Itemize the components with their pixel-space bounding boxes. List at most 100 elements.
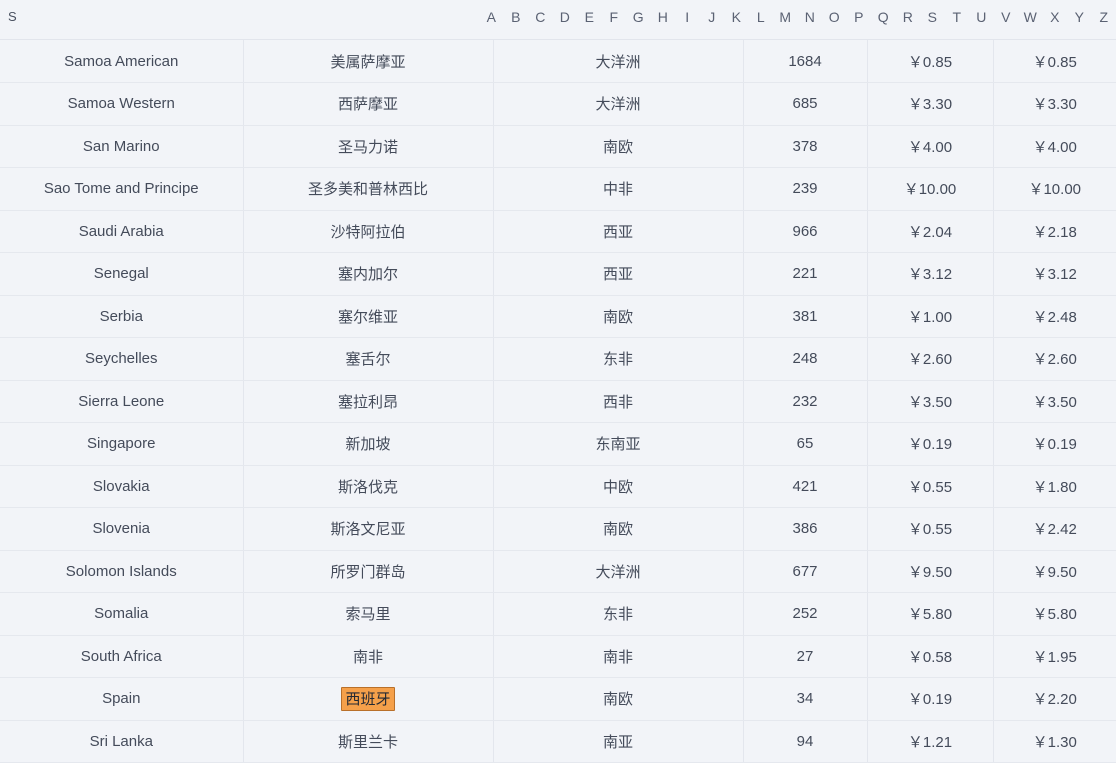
cell-price-1: ￥0.58 xyxy=(867,635,993,678)
alphabet-link-z[interactable]: Z xyxy=(1092,8,1116,26)
cell-country-code: 94 xyxy=(743,720,867,763)
cell-price-1: ￥9.50 xyxy=(867,550,993,593)
cell-price-2: ￥3.50 xyxy=(993,380,1116,423)
cell-country-zh: 圣多美和普林西比 xyxy=(243,168,493,211)
alphabet-link-d[interactable]: D xyxy=(553,8,578,26)
table-row[interactable]: South Africa南非南非27￥0.58￥1.95 xyxy=(0,635,1116,678)
alphabet-link-f[interactable]: F xyxy=(602,8,627,26)
alphabet-link-e[interactable]: E xyxy=(577,8,602,26)
cell-country-en: Seychelles xyxy=(0,338,243,381)
cell-country-en: Singapore xyxy=(0,423,243,466)
cell-price-2: ￥10.00 xyxy=(993,168,1116,211)
cell-price-2: ￥4.00 xyxy=(993,125,1116,168)
alphabet-link-g[interactable]: G xyxy=(626,8,651,26)
table-row[interactable]: Serbia塞尔维亚南欧381￥1.00￥2.48 xyxy=(0,295,1116,338)
cell-region: 东南亚 xyxy=(493,423,743,466)
alphabet-link-j[interactable]: J xyxy=(700,8,725,26)
alphabet-link-c[interactable]: C xyxy=(528,8,553,26)
cell-region: 南欧 xyxy=(493,678,743,721)
cell-country-zh: 美属萨摩亚 xyxy=(243,40,493,83)
section-letter-label: S xyxy=(8,9,17,25)
cell-country-zh: 圣马力诺 xyxy=(243,125,493,168)
cell-country-code: 677 xyxy=(743,550,867,593)
alphabet-link-b[interactable]: B xyxy=(504,8,529,26)
cell-country-code: 34 xyxy=(743,678,867,721)
cell-country-code: 232 xyxy=(743,380,867,423)
cell-country-en: Samoa Western xyxy=(0,83,243,126)
cell-country-zh: 西班牙 xyxy=(243,678,493,721)
cell-price-1: ￥2.04 xyxy=(867,210,993,253)
alphabet-link-h[interactable]: H xyxy=(651,8,676,26)
cell-country-code: 421 xyxy=(743,465,867,508)
cell-country-en: Serbia xyxy=(0,295,243,338)
cell-country-code: 252 xyxy=(743,593,867,636)
cell-region: 大洋洲 xyxy=(493,40,743,83)
alphabet-link-n[interactable]: N xyxy=(798,8,823,26)
cell-price-1: ￥0.55 xyxy=(867,508,993,551)
cell-price-1: ￥10.00 xyxy=(867,168,993,211)
alphabet-link-v[interactable]: V xyxy=(994,8,1019,26)
cell-country-code: 65 xyxy=(743,423,867,466)
table-row[interactable]: Spain西班牙南欧34￥0.19￥2.20 xyxy=(0,678,1116,721)
table-row[interactable]: Slovenia斯洛文尼亚南欧386￥0.55￥2.42 xyxy=(0,508,1116,551)
table-row[interactable]: San Marino圣马力诺南欧378￥4.00￥4.00 xyxy=(0,125,1116,168)
alphabet-link-t[interactable]: T xyxy=(945,8,970,26)
cell-country-zh: 沙特阿拉伯 xyxy=(243,210,493,253)
cell-country-en: Somalia xyxy=(0,593,243,636)
alphabet-link-w[interactable]: W xyxy=(1018,8,1043,26)
table-row[interactable]: Somalia索马里东非252￥5.80￥5.80 xyxy=(0,593,1116,636)
cell-region: 东非 xyxy=(493,593,743,636)
alphabet-link-k[interactable]: K xyxy=(724,8,749,26)
cell-price-2: ￥5.80 xyxy=(993,593,1116,636)
alphabet-link-a[interactable]: A xyxy=(479,8,504,26)
cell-price-1: ￥3.50 xyxy=(867,380,993,423)
cell-price-1: ￥5.80 xyxy=(867,593,993,636)
table-row[interactable]: Singapore新加坡东南亚65￥0.19￥0.19 xyxy=(0,423,1116,466)
alphabet-link-p[interactable]: P xyxy=(847,8,872,26)
table-row[interactable]: Samoa American美属萨摩亚大洋洲1684￥0.85￥0.85 xyxy=(0,40,1116,83)
table-row[interactable]: Samoa Western西萨摩亚大洋洲685￥3.30￥3.30 xyxy=(0,83,1116,126)
highlighted-match: 西班牙 xyxy=(341,687,394,711)
alphabet-link-m[interactable]: M xyxy=(773,8,798,26)
table-row[interactable]: Saudi Arabia沙特阿拉伯西亚966￥2.04￥2.18 xyxy=(0,210,1116,253)
cell-price-2: ￥1.95 xyxy=(993,635,1116,678)
cell-price-2: ￥2.20 xyxy=(993,678,1116,721)
table-row[interactable]: Slovakia斯洛伐克中欧421￥0.55￥1.80 xyxy=(0,465,1116,508)
alphabet-link-x[interactable]: X xyxy=(1043,8,1068,26)
cell-country-en: Sierra Leone xyxy=(0,380,243,423)
cell-region: 西亚 xyxy=(493,253,743,296)
cell-country-zh: 塞尔维亚 xyxy=(243,295,493,338)
alphabet-link-s[interactable]: S xyxy=(920,8,945,26)
alphabet-link-l[interactable]: L xyxy=(749,8,774,26)
cell-country-code: 221 xyxy=(743,253,867,296)
cell-region: 大洋洲 xyxy=(493,83,743,126)
alphabet-link-y[interactable]: Y xyxy=(1067,8,1092,26)
cell-price-2: ￥9.50 xyxy=(993,550,1116,593)
alphabet-link-q[interactable]: Q xyxy=(871,8,896,26)
cell-price-1: ￥3.12 xyxy=(867,253,993,296)
cell-country-en: Sao Tome and Principe xyxy=(0,168,243,211)
table-row[interactable]: Seychelles塞舌尔东非248￥2.60￥2.60 xyxy=(0,338,1116,381)
cell-country-code: 1684 xyxy=(743,40,867,83)
alphabet-link-o[interactable]: O xyxy=(822,8,847,26)
cell-country-code: 378 xyxy=(743,125,867,168)
cell-country-code: 966 xyxy=(743,210,867,253)
cell-country-zh: 塞拉利昂 xyxy=(243,380,493,423)
alphabet-index-nav[interactable]: ABCDEFGHIJKLMNOPQRSTUVWXYZ xyxy=(479,8,1116,26)
table-row[interactable]: Sao Tome and Principe圣多美和普林西比中非239￥10.00… xyxy=(0,168,1116,211)
cell-price-1: ￥4.00 xyxy=(867,125,993,168)
cell-price-1: ￥1.21 xyxy=(867,720,993,763)
cell-price-1: ￥0.19 xyxy=(867,423,993,466)
table-row[interactable]: Senegal塞内加尔西亚221￥3.12￥3.12 xyxy=(0,253,1116,296)
cell-country-code: 386 xyxy=(743,508,867,551)
cell-country-zh: 索马里 xyxy=(243,593,493,636)
cell-region: 南非 xyxy=(493,635,743,678)
alphabet-link-i[interactable]: I xyxy=(675,8,700,26)
table-row[interactable]: Sri Lanka斯里兰卡南亚94￥1.21￥1.30 xyxy=(0,720,1116,763)
table-row[interactable]: Solomon Islands所罗门群岛大洋洲677￥9.50￥9.50 xyxy=(0,550,1116,593)
cell-price-2: ￥0.85 xyxy=(993,40,1116,83)
table-row[interactable]: Sierra Leone塞拉利昂西非232￥3.50￥3.50 xyxy=(0,380,1116,423)
alphabet-link-r[interactable]: R xyxy=(896,8,921,26)
cell-country-en: Slovakia xyxy=(0,465,243,508)
alphabet-link-u[interactable]: U xyxy=(969,8,994,26)
